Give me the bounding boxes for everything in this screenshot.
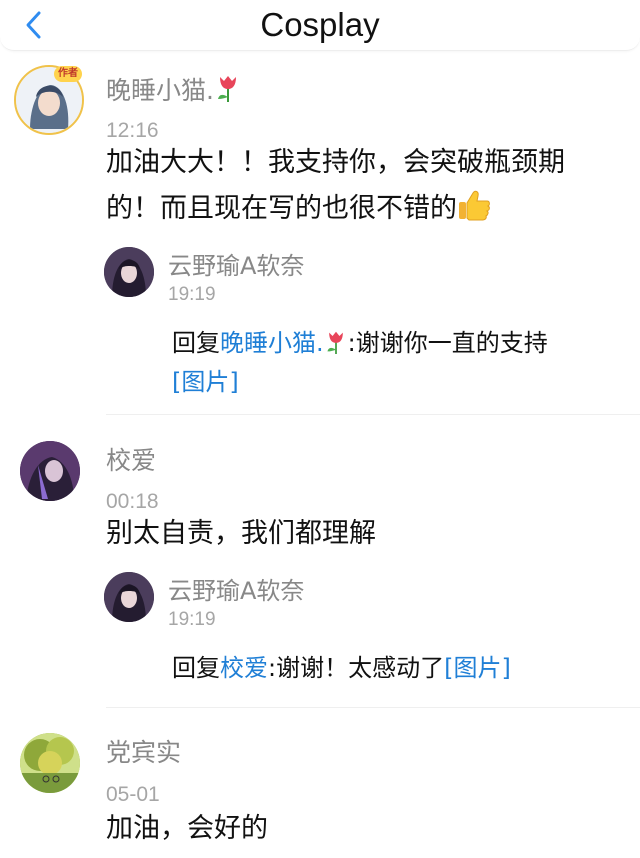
reply-text: 回复晚睡小猫.:谢谢你一直的支持 [图片] [172,329,548,396]
comment-text: 别太自责，我们都理解 [106,518,376,549]
tulip-icon [324,329,348,365]
avatar[interactable] [20,733,80,793]
comment-time: 05-01 [106,783,160,806]
comment-username[interactable]: 党宾实 [106,737,181,769]
reply-target-link[interactable]: 校爱 [220,654,268,682]
reply-avatar[interactable] [104,247,154,297]
reply-text: 回复校爱:谢谢！太感动了[图片] [172,654,511,682]
divider [106,414,640,415]
top-bar: Cosplay [0,0,640,51]
tulip-icon [214,73,242,111]
image-link[interactable]: [图片] [444,654,511,682]
avatar[interactable] [20,441,80,501]
reply-target-link[interactable]: 晚睡小猫. [220,329,348,357]
divider [106,707,640,708]
comment-username[interactable]: 晚睡小猫. [106,73,242,111]
thumbs-up-icon [457,189,491,236]
image-link[interactable]: [图片] [172,368,239,396]
reply-username[interactable]: 云野瑜A软奈 [168,251,304,281]
page-title: Cosplay [260,6,380,43]
author-badge: 作者 [54,66,82,82]
comment-username[interactable]: 校爱 [106,445,156,477]
comment-text: 加油，会好的 [106,813,268,844]
reply-time: 19:19 [168,609,216,630]
comment-text: 加油大大！！我支持你，会突破瓶颈期的！而且现在写的也很不错的 [106,140,606,236]
reply-username[interactable]: 云野瑜A软奈 [168,576,304,606]
reply-avatar[interactable] [104,572,154,622]
reply-time: 19:19 [168,284,216,305]
